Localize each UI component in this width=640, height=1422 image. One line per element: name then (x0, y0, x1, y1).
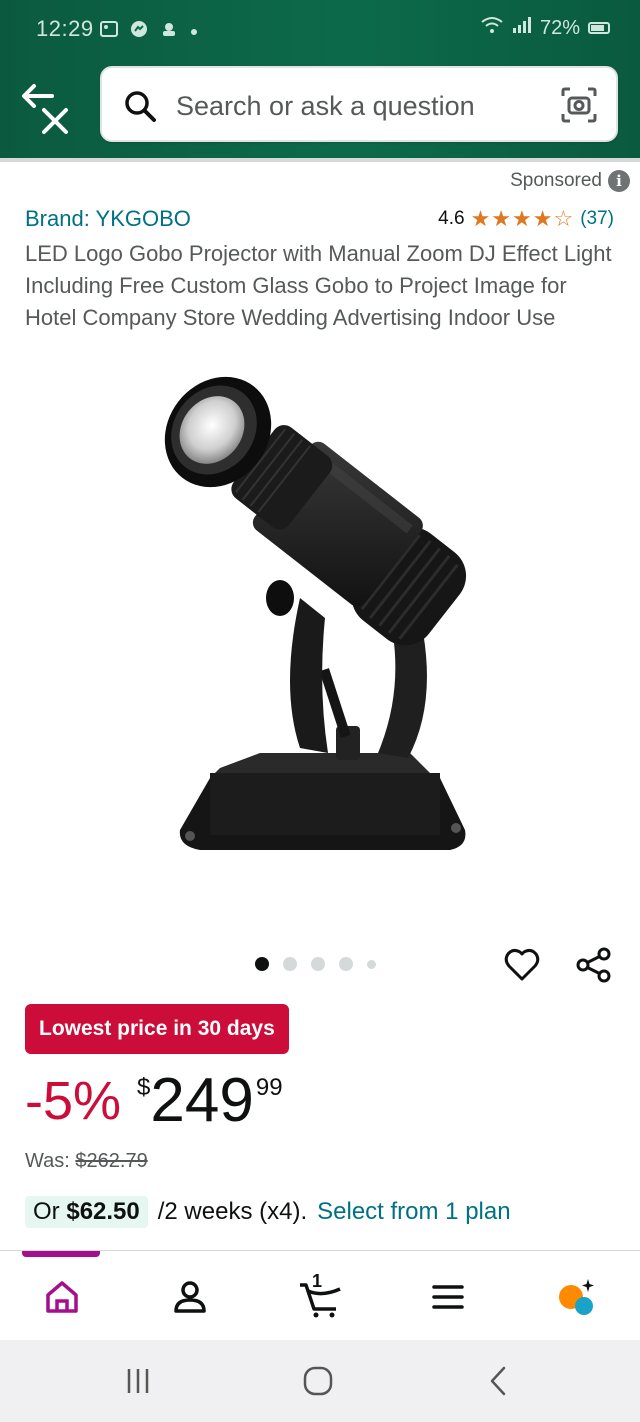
camera-search-icon[interactable] (560, 86, 598, 124)
battery-icon (588, 22, 610, 34)
info-icon[interactable]: i (608, 170, 630, 192)
wifi-icon (480, 16, 504, 40)
price-whole: 249 (150, 1066, 254, 1135)
back-close-icon[interactable] (22, 82, 78, 138)
home-icon[interactable] (38, 1273, 86, 1321)
price-fraction: 99 (255, 1074, 283, 1101)
header: 12:29 72% (0, 0, 640, 158)
signal-icon (512, 16, 532, 40)
deal-badge: Lowest price in 30 days (25, 1004, 289, 1054)
status-right: 72% (480, 16, 610, 40)
messenger-notification-icon (130, 20, 148, 43)
cart-count: 1 (312, 1271, 323, 1291)
select-plan-link[interactable]: Select from 1 plan (317, 1198, 510, 1226)
rufus-icon[interactable] (552, 1273, 600, 1321)
dot-notification-icon (190, 23, 198, 41)
installment-offer: Or $62.50 /2 weeks (x4). Select from 1 p… (25, 1194, 511, 1230)
recent-apps-icon[interactable] (118, 1364, 158, 1398)
star-rating-icon: ★★★★☆ (470, 206, 575, 231)
carousel-dot[interactable] (339, 957, 353, 971)
was-price: $262.79 (75, 1150, 148, 1172)
share-icon[interactable] (575, 946, 613, 984)
installment-amount: $62.50 (66, 1198, 140, 1225)
cart-icon[interactable]: 1 (296, 1271, 344, 1321)
installment-prefix: Or (33, 1198, 60, 1225)
status-bar: 12:29 72% (0, 0, 640, 62)
search-input[interactable] (176, 86, 556, 126)
price-symbol: $ (137, 1074, 151, 1101)
carousel-dot[interactable] (367, 959, 376, 969)
rating-value: 4.6 (438, 208, 465, 229)
gallery-notification-icon (100, 21, 118, 42)
carousel-dot[interactable] (255, 957, 269, 971)
notification-icons (100, 20, 198, 43)
header-divider (0, 158, 640, 162)
brand-link[interactable]: Brand: YKGOBO (25, 206, 191, 232)
menu-icon[interactable] (424, 1273, 472, 1321)
was-price-line: Was: $262.79 (25, 1150, 148, 1173)
battery-percent: 72% (539, 16, 580, 39)
nav-active-indicator (22, 1251, 100, 1257)
status-time: 12:29 (36, 16, 94, 41)
review-count[interactable]: (37) (580, 208, 614, 230)
installment-terms: /2 weeks (x4). (157, 1198, 308, 1225)
account-icon[interactable] (166, 1273, 214, 1321)
carousel-dot[interactable] (311, 957, 325, 971)
search-icon (122, 88, 158, 124)
rating[interactable]: 4.6 ★★★★☆ (37) (438, 206, 614, 232)
heart-icon[interactable] (503, 946, 541, 984)
search-box[interactable] (100, 66, 618, 142)
sponsored-text: Sponsored (510, 170, 602, 191)
sponsored-label[interactable]: Sponsored i (510, 170, 630, 192)
product-image[interactable] (150, 368, 490, 898)
back-button-icon[interactable] (478, 1364, 518, 1398)
home-button-icon[interactable] (298, 1364, 338, 1398)
image-carousel-dots[interactable] (255, 957, 376, 971)
app-notification-icon (160, 20, 178, 43)
price: $ 249 99 (137, 1066, 283, 1136)
price-row: -5% $ 249 99 (25, 1066, 283, 1136)
carousel-dot[interactable] (283, 957, 297, 971)
was-label: Was: (25, 1150, 70, 1172)
product-title: LED Logo Gobo Projector with Manual Zoom… (25, 241, 612, 330)
installment-pill: Or $62.50 (25, 1196, 148, 1228)
discount-percent: -5% (25, 1071, 122, 1131)
bottom-nav: 1 (0, 1250, 640, 1340)
system-nav-bar (0, 1340, 640, 1422)
